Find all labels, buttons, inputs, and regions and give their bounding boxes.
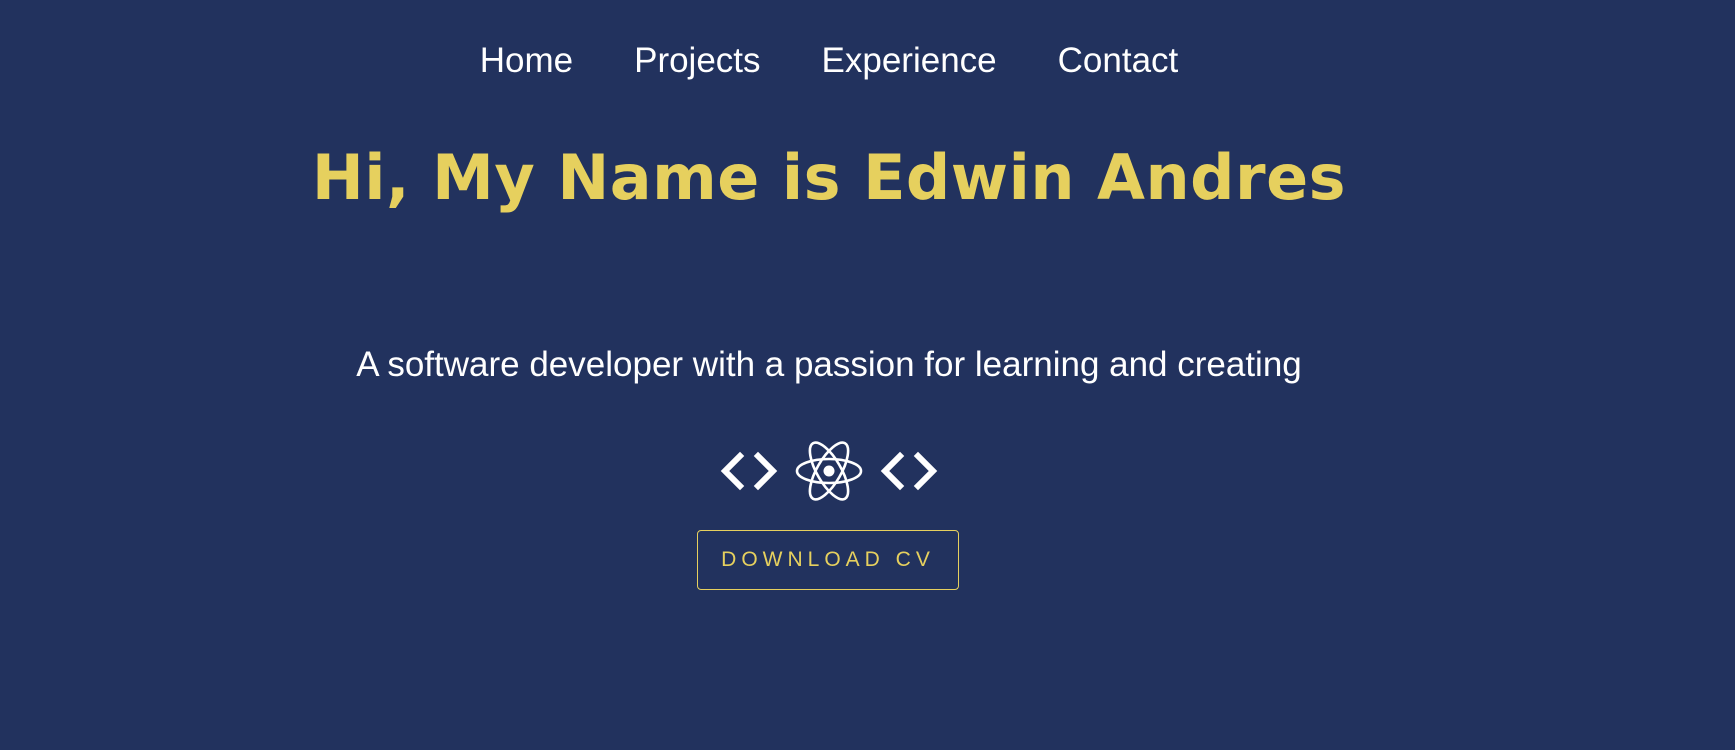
main-nav: Home Projects Experience Contact — [0, 36, 1658, 86]
hero-title: Hi, My Name is Edwin Andres — [311, 141, 1347, 214]
nav-experience-link[interactable]: Experience — [822, 36, 997, 86]
nav-contact-link[interactable]: Contact — [1058, 36, 1179, 86]
nav-projects-link[interactable]: Projects — [634, 36, 760, 86]
react-atom-icon — [795, 441, 863, 501]
code-brackets-icon — [880, 451, 938, 491]
tech-icons — [0, 440, 1658, 502]
download-cv-button[interactable]: DOWNLOAD CV — [697, 530, 959, 590]
hero-subtitle: A software developer with a passion for … — [356, 345, 1302, 384]
code-brackets-icon — [720, 451, 778, 491]
nav-home-link[interactable]: Home — [480, 36, 573, 86]
